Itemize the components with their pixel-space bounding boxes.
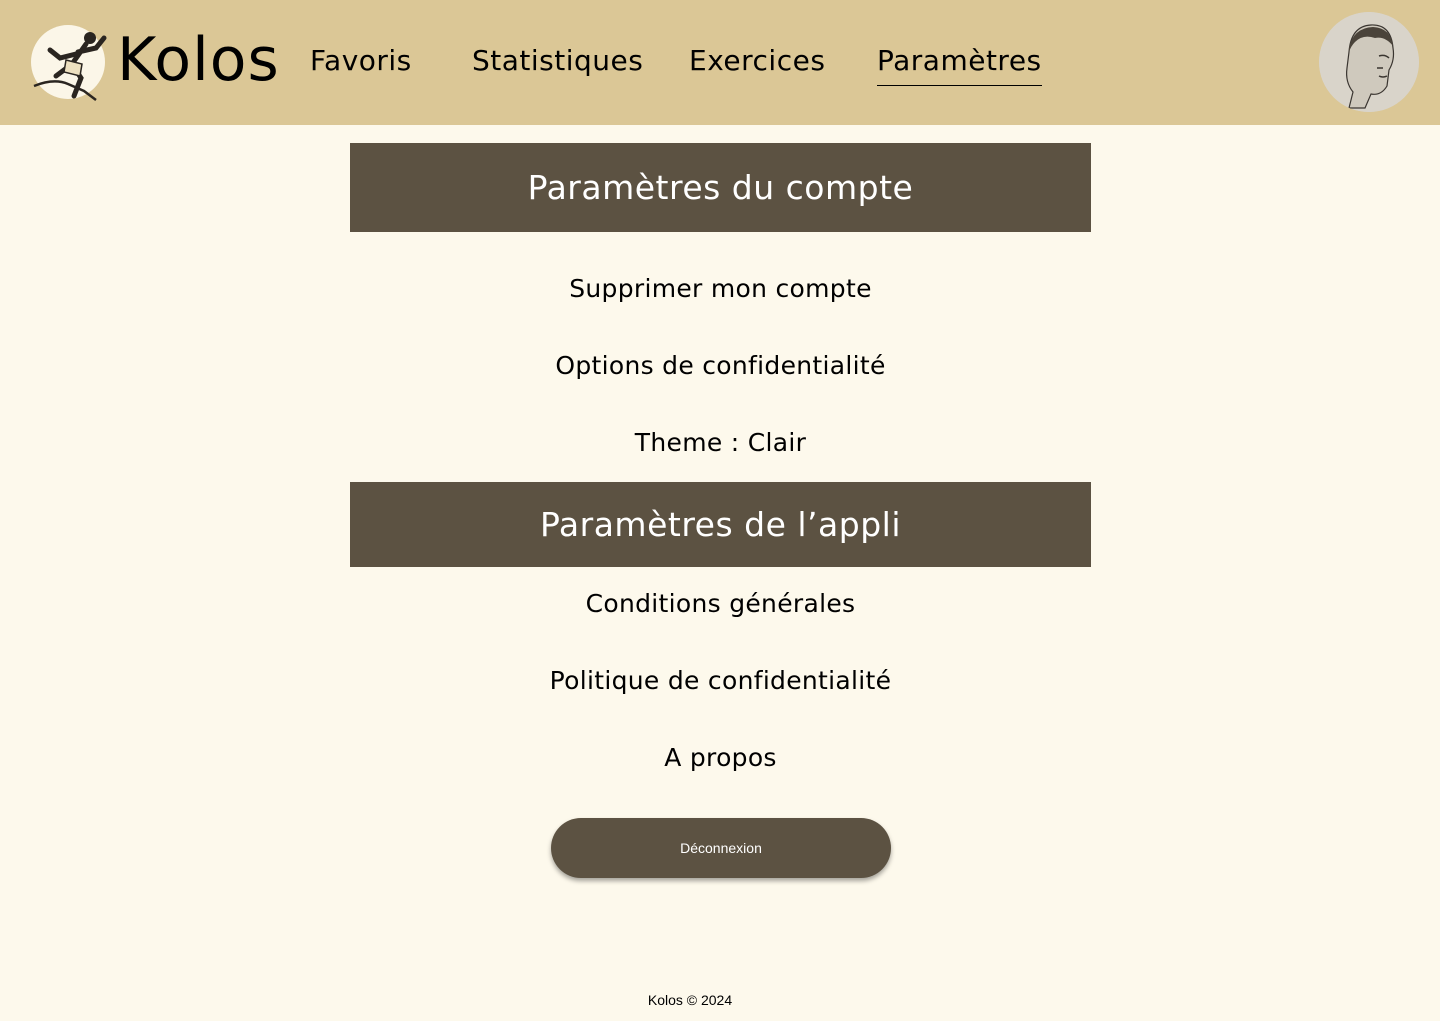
nav-item-statistiques[interactable]: Statistiques	[472, 42, 643, 80]
brand-name[interactable]: Kolos	[117, 24, 280, 96]
nav-item-favoris[interactable]: Favoris	[310, 42, 412, 80]
nav-item-exercices[interactable]: Exercices	[689, 42, 825, 80]
terms-option[interactable]: Conditions générales	[350, 587, 1091, 621]
nav-item-parametres[interactable]: Paramètres	[877, 42, 1042, 86]
running-athlete-icon[interactable]	[26, 20, 110, 104]
top-nav-bar: Kolos Favoris Statistiques Exercices Par…	[0, 0, 1440, 125]
section-title-account: Paramètres du compte	[350, 143, 1091, 232]
avatar[interactable]	[1319, 12, 1419, 112]
privacy-policy-option[interactable]: Politique de confidentialité	[350, 664, 1091, 698]
about-option[interactable]: A propos	[350, 741, 1091, 775]
footer-copyright: Kolos © 2024	[647, 992, 733, 1008]
section-title-app: Paramètres de l’appli	[350, 482, 1091, 567]
privacy-options-option[interactable]: Options de confidentialité	[350, 349, 1091, 383]
logout-button[interactable]: Déconnexion	[551, 818, 891, 878]
theme-option[interactable]: Theme : Clair	[350, 426, 1091, 460]
delete-account-option[interactable]: Supprimer mon compte	[350, 272, 1091, 306]
greek-statue-avatar-icon	[1319, 12, 1419, 112]
